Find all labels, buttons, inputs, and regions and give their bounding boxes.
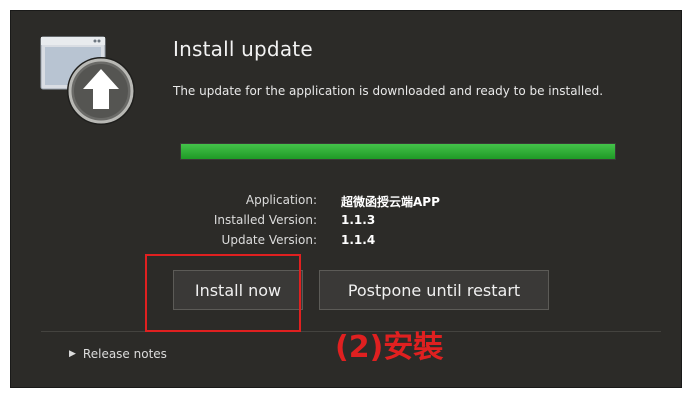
release-notes-label: Release notes [82,347,167,361]
download-progress-fill [181,144,615,159]
dialog-description: The update for the application is downlo… [173,84,604,98]
update-app-icon [40,36,135,125]
annotation-highlight-box [145,254,301,332]
application-value: 超微函授云端APP [341,195,440,209]
update-version-value: 1.1.4 [341,233,376,247]
installed-version-label: Installed Version: [213,213,317,227]
installed-version-value: 1.1.3 [341,213,376,227]
download-progress-bar [180,143,616,160]
expand-triangle-icon: ▶ [69,349,76,359]
update-version-label: Update Version: [221,233,317,247]
postpone-until-restart-button[interactable]: Postpone until restart [319,270,549,310]
annotation-step-label: (2)安裝 [335,330,444,365]
release-notes-toggle[interactable]: ▶ Release notes [69,347,167,361]
dialog-title: Install update [173,37,313,61]
application-label: Application: [245,193,317,207]
